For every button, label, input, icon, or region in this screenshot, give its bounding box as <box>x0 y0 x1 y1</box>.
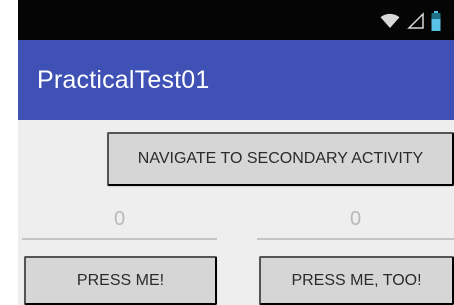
navigate-to-secondary-activity-button[interactable]: NAVIGATE TO SECONDARY ACTIVITY <box>107 132 454 186</box>
wifi-icon <box>380 13 400 28</box>
battery-icon <box>431 10 441 31</box>
status-bar <box>18 0 454 40</box>
left-counter-field: 0 <box>22 202 217 240</box>
status-icons <box>379 10 441 32</box>
press-me-button[interactable]: PRESS ME! <box>24 256 217 305</box>
press-me-too-button[interactable]: PRESS ME, TOO! <box>259 256 454 305</box>
right-counter-field: 0 <box>257 202 454 240</box>
app-title: PracticalTest01 <box>37 66 210 94</box>
main-content: NAVIGATE TO SECONDARY ACTIVITY 0 0 PRESS… <box>18 120 454 305</box>
phone-screen: PracticalTest01 NAVIGATE TO SECONDARY AC… <box>18 0 454 305</box>
signal-icon <box>407 12 424 29</box>
app-bar: PracticalTest01 <box>18 40 454 120</box>
